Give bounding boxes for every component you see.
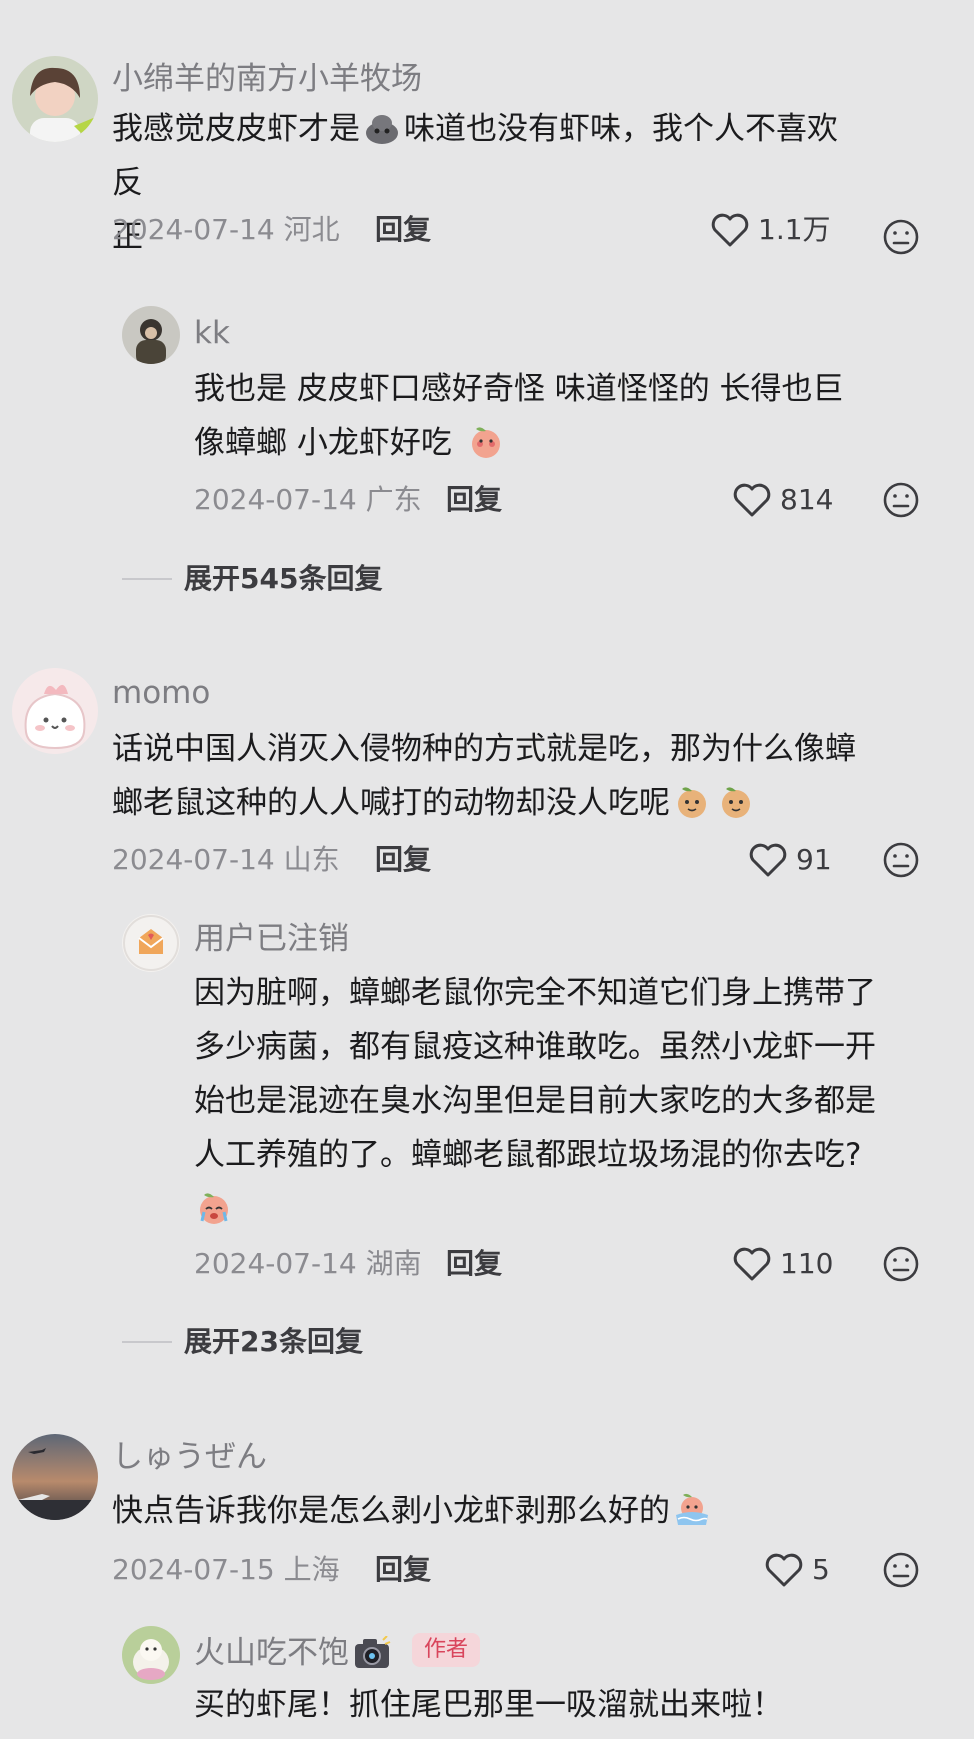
heart-icon bbox=[749, 843, 787, 877]
reply-text-part: 我也是 皮皮虾口感好奇怪 味道怪怪的 长得也巨 bbox=[194, 371, 844, 407]
author-name[interactable]: 用户已注销 bbox=[194, 924, 349, 955]
reply-text: 我也是 皮皮虾口感好奇怪 味道怪怪的 长得也巨 像蟑螂 小龙虾好吃 bbox=[194, 362, 934, 470]
divider bbox=[122, 1341, 172, 1343]
divider bbox=[122, 578, 172, 580]
comment-text: 话说中国人消灭入侵物种的方式就是吃，那为什么像蟑 螂老鼠这种的人人喊打的动物却没… bbox=[112, 722, 872, 830]
like-count: 5 bbox=[812, 1553, 830, 1586]
dislike-face-icon[interactable] bbox=[882, 1551, 920, 1589]
comment-text-part: 螂老鼠这种的人人喊打的动物却没人吃呢 bbox=[112, 785, 670, 821]
reply-text-part: 像蟑螂 小龙虾好吃 bbox=[194, 425, 452, 461]
peach-blush-emoji-icon bbox=[471, 427, 500, 458]
comment-text-part: 话说中国人消灭入侵物种的方式就是吃，那为什么像蟑 bbox=[112, 731, 856, 767]
comment-text-part: 我感觉皮皮虾才是 bbox=[112, 111, 360, 147]
author-name[interactable]: momo bbox=[112, 678, 210, 709]
reply-button[interactable]: 回复 bbox=[375, 846, 431, 874]
heart-icon bbox=[733, 483, 771, 517]
heart-icon bbox=[733, 1247, 771, 1281]
reply-button[interactable]: 回复 bbox=[375, 216, 431, 244]
author-badge: 作者 bbox=[412, 1633, 481, 1667]
crying-peach-emoji-icon bbox=[200, 1193, 228, 1224]
author-name[interactable]: 火山吃不饱 bbox=[194, 1636, 391, 1670]
dislike-face-icon[interactable] bbox=[882, 218, 920, 256]
avatar[interactable] bbox=[12, 56, 98, 142]
like-button[interactable]: 91 bbox=[748, 842, 832, 878]
reply-text-part: 买的虾尾！抓住尾巴那里一吸溜就出来啦！ bbox=[194, 1687, 783, 1723]
reply-date-location: 2024-07-14 湖南 bbox=[194, 1247, 422, 1280]
like-button[interactable]: 1.1万 bbox=[710, 212, 831, 248]
poop-emoji-icon bbox=[366, 115, 398, 144]
reply-button[interactable]: 回复 bbox=[375, 1556, 431, 1584]
expand-label: 展开23条回复 bbox=[184, 1325, 363, 1358]
reply-text-part: 多少病菌，都有鼠疫这种谁敢吃。虽然小龙虾一开 bbox=[194, 1029, 876, 1065]
reply-button[interactable]: 回复 bbox=[446, 1250, 502, 1278]
expand-replies-button[interactable]: 展开545条回复 bbox=[122, 565, 382, 593]
reply-text: 因为脏啊，蟑螂老鼠你完全不知道它们身上携带了 多少病菌，都有鼠疫这种谁敢吃。虽然… bbox=[194, 966, 934, 1236]
author-name[interactable]: kk bbox=[194, 318, 230, 349]
camera-emoji-icon bbox=[355, 1636, 391, 1668]
comment-date-location: 2024-07-15 上海 bbox=[112, 1553, 340, 1586]
like-count: 1.1万 bbox=[758, 213, 831, 246]
avatar[interactable] bbox=[12, 668, 98, 754]
comment-date-location: 2024-07-14 山东 bbox=[112, 843, 340, 876]
reply-date-location: 2024-07-14 广东 bbox=[194, 483, 422, 516]
avatar[interactable] bbox=[122, 914, 180, 972]
dislike-face-icon[interactable] bbox=[882, 1245, 920, 1283]
heart-icon bbox=[711, 213, 749, 247]
dislike-face-icon[interactable] bbox=[882, 841, 920, 879]
like-count: 814 bbox=[780, 483, 834, 516]
comment-date-location: 2024-07-14 河北 bbox=[112, 213, 340, 246]
peach-bath-emoji-icon bbox=[676, 1493, 708, 1525]
expand-replies-button[interactable]: 展开23条回复 bbox=[122, 1328, 363, 1356]
comment-text-part: 快点告诉我你是怎么剥小龙虾剥那么好的 bbox=[112, 1493, 670, 1529]
avatar[interactable] bbox=[122, 1626, 180, 1684]
reply-text-part: 始也是混迹在臭水沟里但是目前大家吃的大多都是 bbox=[194, 1083, 876, 1119]
reply-button[interactable]: 回复 bbox=[446, 486, 502, 514]
peach-face-emoji-icon bbox=[678, 787, 706, 818]
heart-icon bbox=[765, 1553, 803, 1587]
like-count: 91 bbox=[796, 843, 832, 876]
author-name[interactable]: 小绵羊的南方小羊牧场 bbox=[112, 64, 422, 95]
avatar[interactable] bbox=[122, 306, 180, 364]
dislike-face-icon[interactable] bbox=[882, 481, 920, 519]
comment-text: 快点告诉我你是怎么剥小龙虾剥那么好的 bbox=[112, 1484, 872, 1538]
author-name-label: 火山吃不饱 bbox=[194, 1634, 349, 1671]
author-name[interactable]: しゅうぜん bbox=[112, 1442, 267, 1473]
like-button[interactable]: 5 bbox=[764, 1552, 830, 1588]
peach-face-emoji-icon bbox=[722, 787, 750, 818]
expand-label: 展开545条回复 bbox=[184, 562, 383, 595]
reply-text-part: 人工养殖的了。蟑螂老鼠都跟垃圾场混的你去吃? bbox=[194, 1137, 862, 1173]
reply-text: 买的虾尾！抓住尾巴那里一吸溜就出来啦！ bbox=[194, 1678, 934, 1732]
reply-text-part: 因为脏啊，蟑螂老鼠你完全不知道它们身上携带了 bbox=[194, 975, 876, 1011]
like-count: 110 bbox=[780, 1247, 834, 1280]
like-button[interactable]: 110 bbox=[732, 1246, 833, 1282]
like-button[interactable]: 814 bbox=[732, 482, 833, 518]
avatar[interactable] bbox=[12, 1434, 98, 1520]
